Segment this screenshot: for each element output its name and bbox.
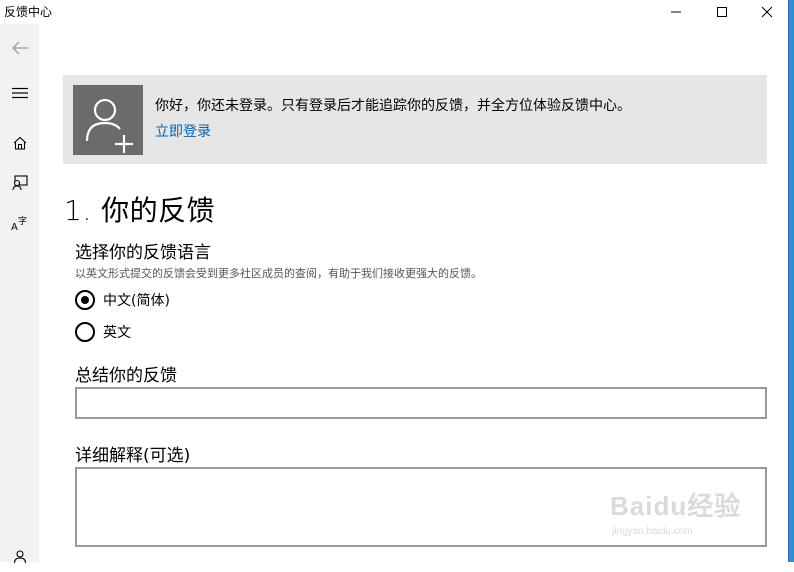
radio-label: 中文(简体) — [103, 293, 170, 309]
hamburger-menu-icon — [11, 87, 28, 99]
svg-text:A: A — [11, 222, 18, 231]
maximize-button[interactable] — [699, 0, 745, 24]
minimize-icon — [671, 11, 681, 13]
minimize-button[interactable] — [653, 0, 699, 24]
radio-selected-icon — [75, 290, 95, 310]
sign-in-banner: 你好，你还未登录。只有登录后才能追踪你的反馈，并全方位体验反馈中心。 立即登录 — [63, 75, 767, 164]
sign-in-message: 你好，你还未登录。只有登录后才能追踪你的反馈，并全方位体验反馈中心。 — [155, 98, 631, 114]
page-title: 1. 你的反馈 — [64, 194, 216, 227]
sidebar-item-account[interactable] — [0, 540, 39, 572]
summary-label: 总结你的反馈 — [75, 366, 177, 386]
svg-text:字: 字 — [18, 215, 27, 227]
back-arrow-icon — [11, 41, 28, 55]
language-label: 选择你的反馈语言 — [75, 243, 211, 263]
sign-in-link[interactable]: 立即登录 — [155, 121, 211, 141]
title-bar: 反馈中心 — [0, 0, 794, 24]
summary-input[interactable] — [75, 387, 767, 419]
account-icon — [13, 550, 26, 563]
back-button[interactable] — [0, 32, 39, 64]
radio-english[interactable]: 英文 — [75, 321, 235, 343]
details-textarea[interactable] — [75, 467, 767, 547]
avatar — [73, 85, 143, 155]
radio-label: 英文 — [103, 325, 131, 341]
details-label: 详细解释(可选) — [75, 446, 191, 466]
sidebar-item-feedback[interactable] — [0, 167, 39, 199]
sidebar-item-home[interactable] — [0, 127, 39, 159]
sidebar: A字 — [0, 24, 39, 563]
close-button[interactable] — [744, 0, 790, 24]
window-edge — [788, 0, 794, 562]
maximize-icon — [717, 7, 727, 17]
add-user-icon — [85, 98, 133, 153]
radio-unselected-icon — [75, 322, 95, 342]
app-title: 反馈中心 — [4, 5, 53, 19]
feedback-icon — [11, 175, 28, 191]
close-icon — [761, 6, 773, 18]
menu-button[interactable] — [0, 77, 39, 109]
sidebar-item-language[interactable]: A字 — [0, 207, 39, 239]
language-hint: 以英文形式提交的反馈会受到更多社区成员的查阅，有助于我们接收更强大的反馈。 — [75, 267, 482, 280]
radio-chinese-simplified[interactable]: 中文(简体) — [75, 289, 235, 311]
home-icon — [13, 136, 26, 150]
language-icon: A字 — [11, 215, 27, 231]
